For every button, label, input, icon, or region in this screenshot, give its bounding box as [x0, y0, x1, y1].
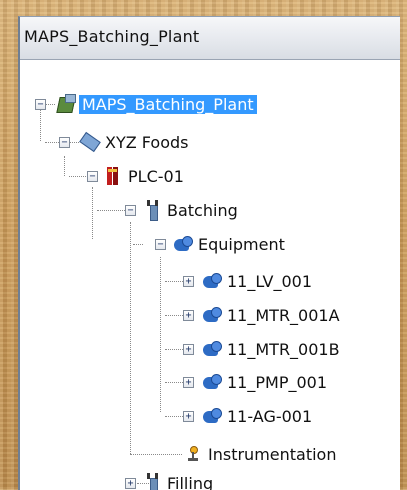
- tree-connector: [97, 210, 125, 211]
- equipment-icon: [201, 304, 223, 326]
- tree-connector: [130, 454, 182, 455]
- tree-connector: [92, 187, 93, 239]
- equipment-icon: [201, 270, 223, 292]
- tree-view[interactable]: − MAPS_Batching_Plant − XYZ Foods − PLC-…: [20, 60, 400, 490]
- tree-node-equipment-item[interactable]: 11-AG-001: [201, 405, 312, 427]
- title-bar: MAPS_Batching_Plant: [20, 17, 400, 60]
- tree-toggle-batching[interactable]: −: [125, 205, 136, 216]
- tree-toggle-equipment-item[interactable]: +: [183, 276, 194, 287]
- tree-toggle-equipment-item[interactable]: +: [183, 411, 194, 422]
- tree-node-label: 11-AG-001: [227, 407, 312, 426]
- tree-toggle-plc[interactable]: −: [87, 171, 98, 182]
- tree-toggle-equipment-item[interactable]: +: [183, 344, 194, 355]
- tree-connector: [165, 416, 183, 417]
- tree-node-label: MAPS_Batching_Plant: [79, 95, 257, 114]
- tree-node-instrumentation[interactable]: Instrumentation: [182, 443, 336, 465]
- tree-node-label: 11_MTR_001B: [227, 340, 340, 359]
- tree-node-label: Equipment: [198, 235, 285, 254]
- equipment-icon: [201, 405, 223, 427]
- tree-connector: [130, 222, 131, 454]
- area-icon: [141, 472, 163, 490]
- plc-icon: [102, 165, 124, 187]
- equipment-icon: [172, 233, 194, 255]
- tree-connector: [69, 176, 88, 177]
- tree-node-equipment[interactable]: Equipment: [172, 233, 285, 255]
- tree-node-label: 11_LV_001: [227, 272, 312, 291]
- tree-toggle-equipment-item[interactable]: +: [183, 377, 194, 388]
- tree-node-root[interactable]: MAPS_Batching_Plant: [55, 93, 257, 115]
- equipment-icon: [201, 371, 223, 393]
- tree-node-filling[interactable]: Filling: [141, 472, 213, 490]
- equipment-icon: [201, 338, 223, 360]
- window-title: MAPS_Batching_Plant: [24, 27, 199, 46]
- tree-node-equipment-item[interactable]: 11_MTR_001B: [201, 338, 340, 360]
- tree-connector: [160, 257, 161, 412]
- tree-node-plc[interactable]: PLC-01: [102, 165, 184, 187]
- tree-node-company[interactable]: XYZ Foods: [79, 131, 188, 153]
- plant-icon: [55, 93, 77, 115]
- tree-node-label: XYZ Foods: [105, 133, 188, 152]
- tree-toggle-filling[interactable]: +: [125, 478, 136, 489]
- tree-node-equipment-item[interactable]: 11_LV_001: [201, 270, 312, 292]
- tree-node-label: 11_PMP_001: [227, 373, 327, 392]
- tree-connector: [165, 281, 183, 282]
- tree-node-label: Batching: [167, 201, 238, 220]
- tree-node-equipment-item[interactable]: 11_MTR_001A: [201, 304, 340, 326]
- explorer-window: MAPS_Batching_Plant − MAPS_Batching_Plan…: [18, 16, 400, 490]
- tree-node-batching[interactable]: Batching: [141, 199, 238, 221]
- tree-toggle-root[interactable]: −: [35, 99, 46, 110]
- tree-node-label: 11_MTR_001A: [227, 306, 340, 325]
- tree-connector: [165, 315, 183, 316]
- tree-node-label: Instrumentation: [208, 445, 336, 464]
- tree-connector: [165, 382, 183, 383]
- tree-connector: [45, 104, 55, 105]
- tree-connector: [69, 142, 79, 143]
- tree-toggle-equipment[interactable]: −: [155, 239, 166, 250]
- instrument-icon: [182, 443, 204, 465]
- tree-node-equipment-item[interactable]: 11_PMP_001: [201, 371, 327, 393]
- tree-connector: [40, 109, 41, 141]
- tree-node-label: Filling: [167, 474, 213, 490]
- tree-connector: [64, 156, 65, 176]
- tree-node-label: PLC-01: [128, 167, 184, 186]
- tree-toggle-equipment-item[interactable]: +: [183, 310, 194, 321]
- company-icon: [79, 131, 101, 153]
- tree-toggle-company[interactable]: −: [59, 137, 70, 148]
- tree-connector: [165, 349, 183, 350]
- area-icon: [141, 199, 163, 221]
- tree-connector: [133, 244, 143, 245]
